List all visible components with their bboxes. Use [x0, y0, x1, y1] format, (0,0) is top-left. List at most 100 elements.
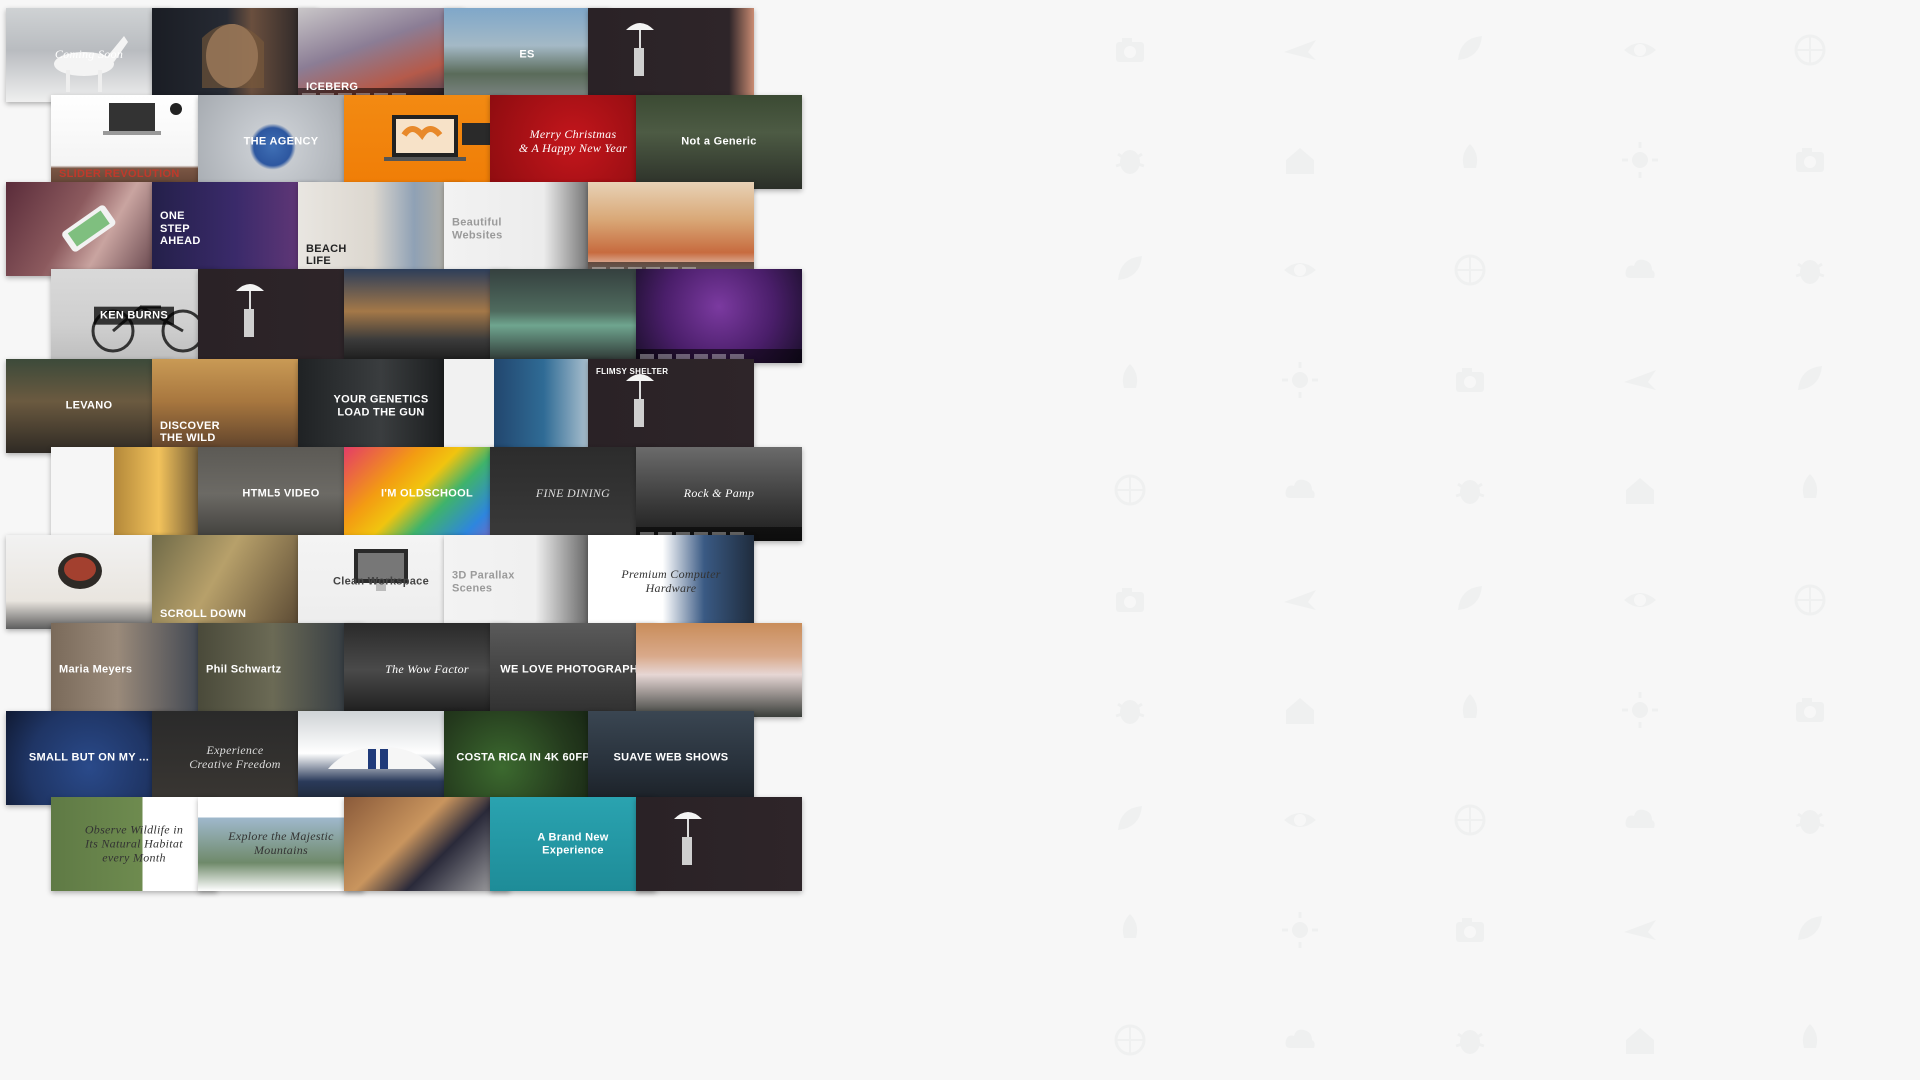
slider-template-thumbnail[interactable]: ES: [444, 8, 610, 102]
leaf-icon: [1450, 580, 1490, 620]
camera-icon: [1110, 580, 1150, 620]
thumbnail-caption: Rock & Pamp: [683, 486, 755, 501]
slider-template-thumbnail[interactable]: [6, 535, 172, 629]
slider-template-thumbnail[interactable]: [636, 797, 802, 891]
slider-template-thumbnail[interactable]: Beautiful Websites: [444, 182, 610, 276]
slider-template-thumbnail[interactable]: BEACH LIFE: [298, 182, 464, 276]
eye-icon: [1280, 800, 1320, 840]
slider-template-thumbnail[interactable]: Experience Creative Freedom: [152, 711, 318, 805]
slider-template-thumbnail[interactable]: [152, 8, 318, 102]
slider-template-thumbnail[interactable]: [51, 447, 217, 541]
leaf-icon: [1790, 360, 1830, 400]
sun-icon: [1620, 690, 1660, 730]
gallery-row: KEN BURNS: [0, 269, 980, 363]
slider-template-thumbnail[interactable]: FINE DINING: [490, 447, 656, 541]
slider-template-thumbnail[interactable]: Not a Generic: [636, 95, 802, 189]
thumbnail-caption: Clean Workspace: [332, 575, 429, 588]
plane-icon: [1620, 910, 1660, 950]
thumbnail-caption: SUAVE WEB SHOWS: [613, 751, 729, 764]
slider-template-thumbnail[interactable]: ONE STEP AHEAD: [152, 182, 318, 276]
slider-template-thumbnail[interactable]: SMALL BUT ON MY ...: [6, 711, 172, 805]
slider-template-thumbnail[interactable]: SLIDER REVOLUTION: [51, 95, 217, 189]
slider-template-thumbnail[interactable]: SUAVE WEB SHOWS: [588, 711, 754, 805]
gallery-row: LEVANO DISCOVER THE WILD YOUR GENETICS LOA…: [0, 359, 980, 453]
slider-template-thumbnail[interactable]: [6, 182, 172, 276]
slider-template-thumbnail[interactable]: [444, 359, 610, 453]
slider-template-thumbnail[interactable]: COSTA RICA IN 4K 60FPS: [444, 711, 610, 805]
car-illustration: [298, 711, 464, 805]
slider-template-thumbnail[interactable]: WE LOVE PHOTOGRAPHY: [490, 623, 656, 717]
globe-icon: [1790, 580, 1830, 620]
slider-template-thumbnail[interactable]: Phil Schwartz: [198, 623, 364, 717]
umbrella-illustration: [588, 8, 754, 102]
slider-template-thumbnail[interactable]: [588, 8, 754, 102]
slider-template-thumbnail[interactable]: THE AGENCY: [198, 95, 364, 189]
slider-template-thumbnail[interactable]: FLIMSY SHELTER: [588, 359, 754, 453]
gallery-row: SMALL BUT ON MY ... Experience Creative F…: [0, 711, 980, 805]
umbrella-illustration: [636, 797, 802, 891]
slider-template-thumbnail[interactable]: The Wow Factor: [344, 623, 510, 717]
bug-icon: [1450, 1020, 1490, 1060]
gallery-row: ONE STEP AHEAD BEACH LIFE Beautiful Websit…: [0, 182, 980, 276]
slider-template-thumbnail[interactable]: [344, 95, 510, 189]
slider-template-thumbnail[interactable]: Coming Soon: [6, 8, 172, 102]
leaf-icon: [1790, 910, 1830, 950]
thumbnail-caption: Coming Soon: [54, 47, 124, 62]
leaf-icon: [1110, 250, 1150, 290]
slider-template-thumbnail[interactable]: Explore the Majestic Mountains: [198, 797, 364, 891]
thumbnail-caption: SLIDER REVOLUTION: [59, 168, 180, 181]
thumbnail-caption: Maria Meyers: [59, 663, 133, 676]
house-icon: [1280, 690, 1320, 730]
thumbnail-caption: Explore the Majestic Mountains: [228, 829, 334, 857]
slider-template-thumbnail[interactable]: KEN BURNS: [51, 269, 217, 363]
sun-icon: [1280, 360, 1320, 400]
thumbnail-caption: Experience Creative Freedom: [189, 743, 281, 771]
slider-template-thumbnail[interactable]: [298, 711, 464, 805]
thumbnail-caption: ICEBERG: [306, 81, 359, 94]
slider-template-thumbnail[interactable]: Rock & Pamp: [636, 447, 802, 541]
slider-template-thumbnail[interactable]: I'M OLDSCHOOL: [344, 447, 510, 541]
plane-icon: [1280, 30, 1320, 70]
slider-template-thumbnail[interactable]: A Brand New Experience: [490, 797, 656, 891]
slider-template-thumbnail[interactable]: SCROLL DOWN: [152, 535, 318, 629]
slider-template-thumbnail[interactable]: HTML5 VIDEO: [198, 447, 364, 541]
slider-template-thumbnail[interactable]: [344, 269, 510, 363]
gallery-row: Observe Wildlife in Its Natural Habitat …: [0, 797, 980, 891]
slider-template-thumbnail[interactable]: ICEBERG: [298, 8, 464, 102]
rocket-icon: [1790, 470, 1830, 510]
globe-icon: [1110, 470, 1150, 510]
slider-template-thumbnail[interactable]: Clean Workspace: [298, 535, 464, 629]
thumbnail-caption: The Wow Factor: [385, 662, 469, 677]
house-icon: [1280, 140, 1320, 180]
thumbnail-caption-label: KEN BURNS: [93, 306, 175, 325]
slider-template-thumbnail[interactable]: Maria Meyers: [51, 623, 217, 717]
rocket-icon: [1110, 910, 1150, 950]
thumbnail-caption: YOUR GENETICS LOAD THE GUN: [333, 393, 429, 418]
slider-template-thumbnail[interactable]: Premium Computer Hardware: [588, 535, 754, 629]
slider-template-thumbnail[interactable]: Observe Wildlife in Its Natural Habitat …: [51, 797, 217, 891]
slider-template-thumbnail[interactable]: [588, 182, 754, 276]
thumbnail-caption: I'M OLDSCHOOL: [380, 487, 474, 500]
thumbnail-caption: SCROLL DOWN: [160, 608, 247, 621]
thumbnail-caption: BEACH LIFE: [306, 242, 347, 268]
slider-template-thumbnail[interactable]: [198, 269, 364, 363]
thumbnail-caption: Beautiful Websites: [452, 216, 503, 241]
camera-icon: [1790, 690, 1830, 730]
slider-template-thumbnail[interactable]: [490, 269, 656, 363]
slider-template-gallery: Coming Soon ICEBERG ES SLIDER REVOLUTION THE…: [0, 0, 980, 1080]
slider-template-thumbnail[interactable]: [636, 269, 802, 363]
slider-template-thumbnail[interactable]: [344, 797, 510, 891]
rocket-icon: [1110, 360, 1150, 400]
thumbnail-caption: Premium Computer Hardware: [621, 567, 721, 595]
slider-template-thumbnail[interactable]: 3D Parallax Scenes: [444, 535, 610, 629]
slider-template-thumbnail[interactable]: LEVANO: [6, 359, 172, 453]
globe-icon: [1790, 30, 1830, 70]
slider-template-thumbnail[interactable]: YOUR GENETICS LOAD THE GUN: [298, 359, 464, 453]
slider-template-thumbnail[interactable]: [636, 623, 802, 717]
gallery-row: SCROLL DOWN Clean Workspace 3D Parallax Sc…: [0, 535, 980, 629]
eye-icon: [1620, 580, 1660, 620]
cloud-icon: [1620, 800, 1660, 840]
slider-template-thumbnail[interactable]: DISCOVER THE WILD: [152, 359, 318, 453]
thumbnail-caption: SMALL BUT ON MY ...: [28, 751, 150, 764]
slider-template-thumbnail[interactable]: Merry Christmas & A Happy New Year: [490, 95, 656, 189]
